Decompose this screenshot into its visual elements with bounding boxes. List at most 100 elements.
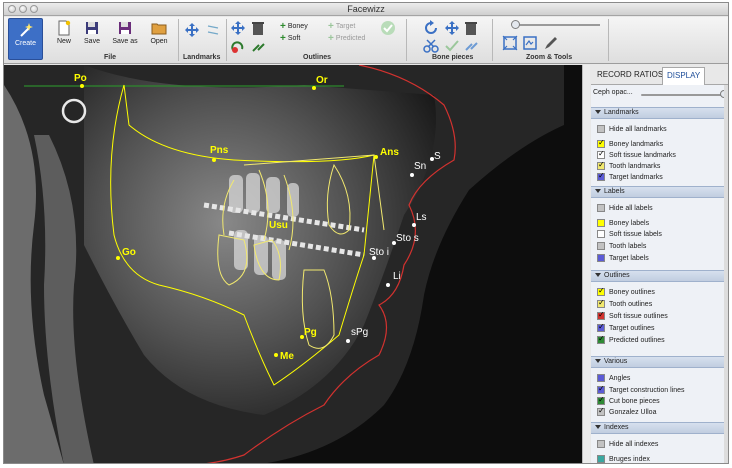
option-boney-labels[interactable]: Boney labels <box>597 218 649 228</box>
option-checkbox[interactable] <box>597 254 605 262</box>
landmark-or[interactable] <box>312 86 316 90</box>
option-soft-tissue-labels[interactable]: Soft tissue labels <box>597 229 662 239</box>
target-outline-button[interactable]: + Target <box>328 21 355 32</box>
option-hide-all-indexes[interactable]: Hide all indexes <box>597 439 658 449</box>
link-outline-button[interactable] <box>251 40 267 59</box>
landmark-ls[interactable] <box>412 223 416 227</box>
save-button[interactable]: Save <box>81 20 103 45</box>
move-outline-button[interactable] <box>230 20 246 41</box>
option-checkbox[interactable] <box>597 310 605 320</box>
option-checkbox[interactable] <box>597 298 605 308</box>
separator <box>608 19 609 61</box>
option-checkbox[interactable] <box>597 455 605 463</box>
option-target-outlines[interactable]: Target outlines <box>597 322 655 333</box>
confirm-outline-button[interactable] <box>380 20 396 41</box>
create-button[interactable]: Create <box>8 18 43 60</box>
option-checkbox[interactable] <box>597 334 605 344</box>
xray-vertical-scrollbar[interactable] <box>582 65 590 463</box>
landmark-go[interactable] <box>116 256 120 260</box>
display-panel: RECORD RATIOS DISPLAY Ceph opac... Landm… <box>591 65 728 463</box>
bone-pieces-group-label: Bone pieces <box>432 54 474 61</box>
option-checkbox[interactable] <box>597 204 605 212</box>
landmark-me[interactable] <box>274 353 278 357</box>
panel-scrollbar[interactable] <box>724 85 728 463</box>
landmark-po[interactable] <box>80 84 84 88</box>
landmark-li[interactable] <box>386 283 390 287</box>
new-button[interactable]: New <box>54 20 74 45</box>
option-angles[interactable]: Angles <box>597 373 630 383</box>
option-target-landmarks[interactable]: Target landmarks <box>597 171 663 182</box>
rotate-bone-button[interactable] <box>423 20 439 41</box>
option-target-construction-lines[interactable]: Target construction lines <box>597 384 684 395</box>
option-hide-all-landmarks[interactable]: Hide all landmarks <box>597 124 667 134</box>
delete-outline-button[interactable] <box>251 20 265 41</box>
option-checkbox[interactable] <box>597 322 605 332</box>
option-checkbox[interactable] <box>597 374 605 382</box>
separator <box>492 19 493 61</box>
option-predicted-outlines[interactable]: Predicted outlines <box>597 334 665 345</box>
soft-outline-button[interactable]: + Soft <box>280 33 300 44</box>
landmark-sn[interactable] <box>410 173 414 177</box>
rotate-outline-button[interactable] <box>230 40 246 59</box>
zoom-slider[interactable] <box>502 20 602 30</box>
section-outlines[interactable]: Outlines <box>591 270 728 282</box>
landmark-spg[interactable] <box>346 339 350 343</box>
tab-record[interactable]: RECORD <box>597 70 632 79</box>
tab-display[interactable]: DISPLAY <box>662 67 706 85</box>
option-checkbox[interactable] <box>597 160 605 170</box>
ceph-opacity-track[interactable] <box>641 94 723 96</box>
label-s: S <box>434 151 441 162</box>
move-landmark-button[interactable] <box>185 23 199 42</box>
option-soft-tissue-outlines[interactable]: Soft tissue outlines <box>597 310 668 321</box>
soft-label: Soft <box>287 35 301 42</box>
option-checkbox[interactable] <box>597 125 605 133</box>
option-boney-outlines[interactable]: Boney outlines <box>597 286 655 297</box>
open-button[interactable]: Open <box>147 20 171 45</box>
option-gonzalez-ulloa[interactable]: Gonzalez Ulloa <box>597 406 657 417</box>
option-checkbox[interactable] <box>597 395 605 405</box>
section-indexes[interactable]: Indexes <box>591 422 728 434</box>
option-tooth-landmarks[interactable]: Tooth landmarks <box>597 160 660 171</box>
zoom-slider-knob[interactable] <box>511 20 520 29</box>
option-target-labels[interactable]: Target labels <box>597 253 649 263</box>
option-label: Gonzalez Ulloa <box>609 408 657 416</box>
option-tooth-labels[interactable]: Tooth labels <box>597 241 646 251</box>
option-checkbox[interactable] <box>597 149 605 159</box>
option-checkbox[interactable] <box>597 219 605 227</box>
option-cut-bone-pieces[interactable]: Cut bone pieces <box>597 395 660 406</box>
pencil-tool-button[interactable] <box>543 35 559 56</box>
option-tooth-outlines[interactable]: Tooth outlines <box>597 298 652 309</box>
move-icon <box>231 21 245 35</box>
fit-view-button[interactable] <box>502 35 518 56</box>
option-label: Hide all landmarks <box>609 125 667 133</box>
option-checkbox[interactable] <box>597 138 605 148</box>
option-checkbox[interactable] <box>597 242 605 250</box>
option-soft-tissue-landmarks[interactable]: Soft tissue landmarks <box>597 149 676 160</box>
option-checkbox[interactable] <box>597 230 605 238</box>
zoom-region-button[interactable] <box>522 35 538 56</box>
option-checkbox[interactable] <box>597 171 605 181</box>
section-labels[interactable]: Labels <box>591 186 728 198</box>
option-checkbox[interactable] <box>597 384 605 394</box>
section-various[interactable]: Various <box>591 356 728 368</box>
boney-outline-button[interactable]: + Boney <box>280 21 308 32</box>
option-checkbox[interactable] <box>597 440 605 448</box>
option-boney-landmarks[interactable]: Boney landmarks <box>597 138 663 149</box>
move-bone-button[interactable] <box>444 20 460 41</box>
save-as-button[interactable]: Save as <box>110 20 140 45</box>
option-checkbox[interactable] <box>597 286 605 296</box>
save-as-label: Save as <box>112 38 138 45</box>
section-landmarks[interactable]: Landmarks <box>591 107 728 119</box>
cephalometric-xray-canvas[interactable]: Po Or Pns Ans Go Pg Me Usu S Sn Ls Sto s… <box>4 65 582 463</box>
predicted-outline-button[interactable]: + Predicted <box>328 33 365 44</box>
option-bruges-index[interactable]: Bruges index <box>597 454 650 463</box>
landmark-pns[interactable] <box>212 158 216 162</box>
option-hide-all-labels[interactable]: Hide all labels <box>597 203 653 213</box>
delete-bone-button[interactable] <box>464 20 478 41</box>
landmark-ans[interactable] <box>374 155 378 159</box>
separator <box>406 19 407 61</box>
flip-landmark-button[interactable] <box>206 23 220 42</box>
ceph-opacity-label: Ceph opac... <box>593 89 633 96</box>
tab-ratios[interactable]: RATIOS <box>634 70 663 79</box>
option-checkbox[interactable] <box>597 406 605 416</box>
